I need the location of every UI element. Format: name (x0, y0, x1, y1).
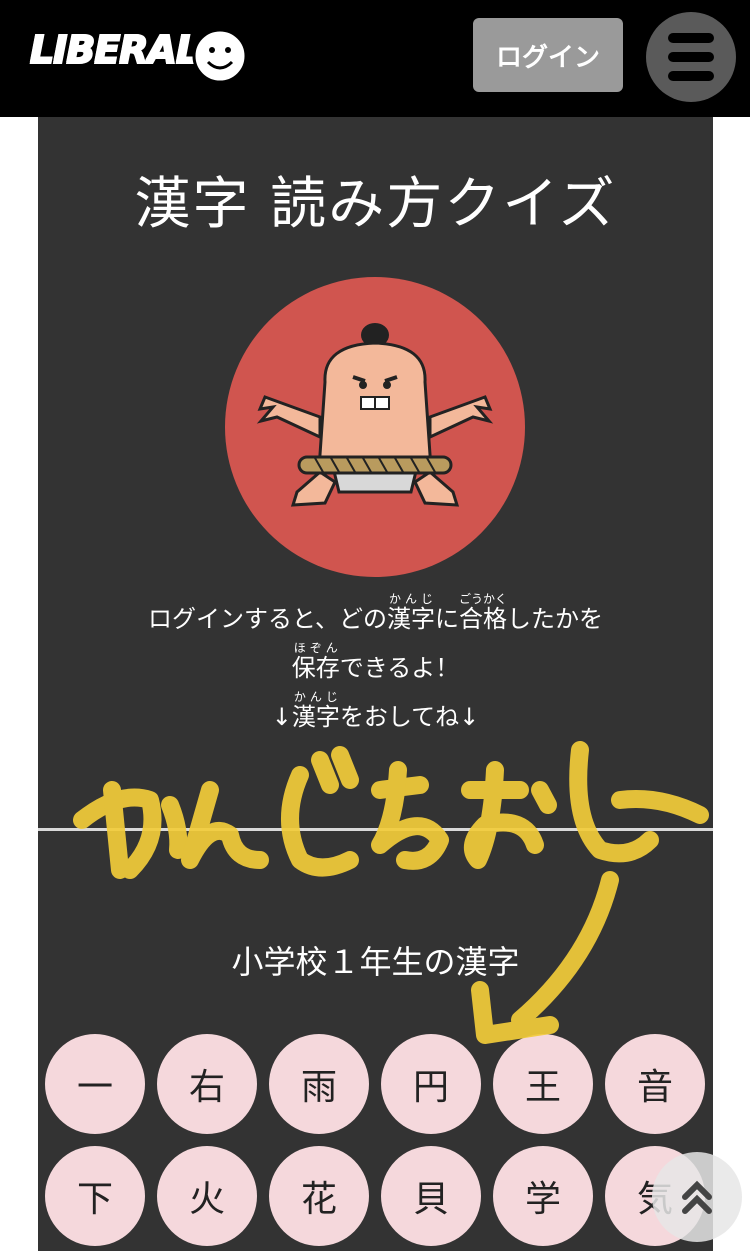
login-hint-message: ログインすると、どの漢字かんじに合格ごうかくしたかを 保存ほぞんできるよ！ ↓漢… (38, 592, 713, 739)
kanji-button[interactable]: 学 (493, 1146, 593, 1246)
logo-wordmark: LIBERAL (29, 27, 201, 73)
hint-text: ログインすると、どの (147, 605, 388, 633)
kanji-button[interactable]: 貝 (381, 1146, 481, 1246)
kanji-button[interactable]: 一 (45, 1034, 145, 1134)
menu-bar-icon (668, 33, 714, 43)
mascot-image (225, 277, 525, 577)
hint-text: したかを (507, 605, 604, 633)
section-divider (38, 828, 713, 831)
double-chevron-up-icon (682, 1180, 712, 1214)
kanji-button[interactable]: 火 (157, 1146, 257, 1246)
down-arrow-icon: ↓ (271, 703, 292, 731)
kanji-button[interactable]: 下 (45, 1146, 145, 1246)
ruby-goukaku: 合格ごうかく (459, 592, 508, 633)
hint-line-1: ログインすると、どの漢字かんじに合格ごうかくしたかを (38, 592, 713, 641)
hint-text: に (435, 605, 460, 633)
hamburger-menu-button[interactable] (646, 12, 736, 102)
menu-bar-icon (668, 52, 714, 62)
kanji-button[interactable]: 右 (157, 1034, 257, 1134)
hint-ruby: かんじ (387, 592, 435, 606)
sumo-mascot-icon (256, 323, 494, 507)
hint-text: をおしてね (339, 703, 460, 731)
hint-text: できるよ！ (339, 654, 460, 682)
ruby-hozon: 保存ほぞん (291, 641, 340, 682)
scroll-to-top-button[interactable] (652, 1152, 742, 1242)
hint-kanji: 保存 (291, 654, 340, 682)
kanji-button[interactable]: 王 (493, 1034, 593, 1134)
login-button[interactable]: ログイン (473, 18, 623, 92)
hint-ruby: ほぞん (291, 641, 340, 655)
ruby-kanji: 漢字かんじ (387, 592, 436, 633)
hint-ruby: ごうかく (459, 592, 508, 606)
quiz-panel: 漢字 読み方クイズ ログインすると、どの漢字かんじに合格ごうかくしたかを 保存ほ… (38, 117, 713, 1251)
page-title: 漢字 読み方クイズ (134, 172, 617, 237)
kanji-button[interactable]: 円 (381, 1034, 481, 1134)
site-logo[interactable]: LIBERAL (29, 22, 255, 94)
hint-kanji: 合格 (459, 605, 508, 633)
hint-line-3: ↓漢字かんじをおしてね↓ (38, 690, 713, 739)
hint-kanji: 漢字 (291, 703, 340, 731)
menu-bar-icon (668, 71, 714, 81)
kanji-button[interactable]: 音 (605, 1034, 705, 1134)
hint-ruby: かんじ (291, 690, 340, 704)
logo-face-icon (192, 28, 248, 84)
hint-kanji: 漢字 (387, 605, 436, 633)
grade-section-title: 小学校１年生の漢字 (231, 943, 520, 981)
kanji-button[interactable]: 花 (269, 1146, 369, 1246)
site-header: LIBERAL ログイン (0, 0, 750, 117)
hint-line-2: 保存ほぞんできるよ！ (38, 641, 713, 690)
down-arrow-icon: ↓ (459, 703, 480, 731)
ruby-kanji-2: 漢字かんじ (291, 690, 340, 731)
kanji-button[interactable]: 雨 (269, 1034, 369, 1134)
